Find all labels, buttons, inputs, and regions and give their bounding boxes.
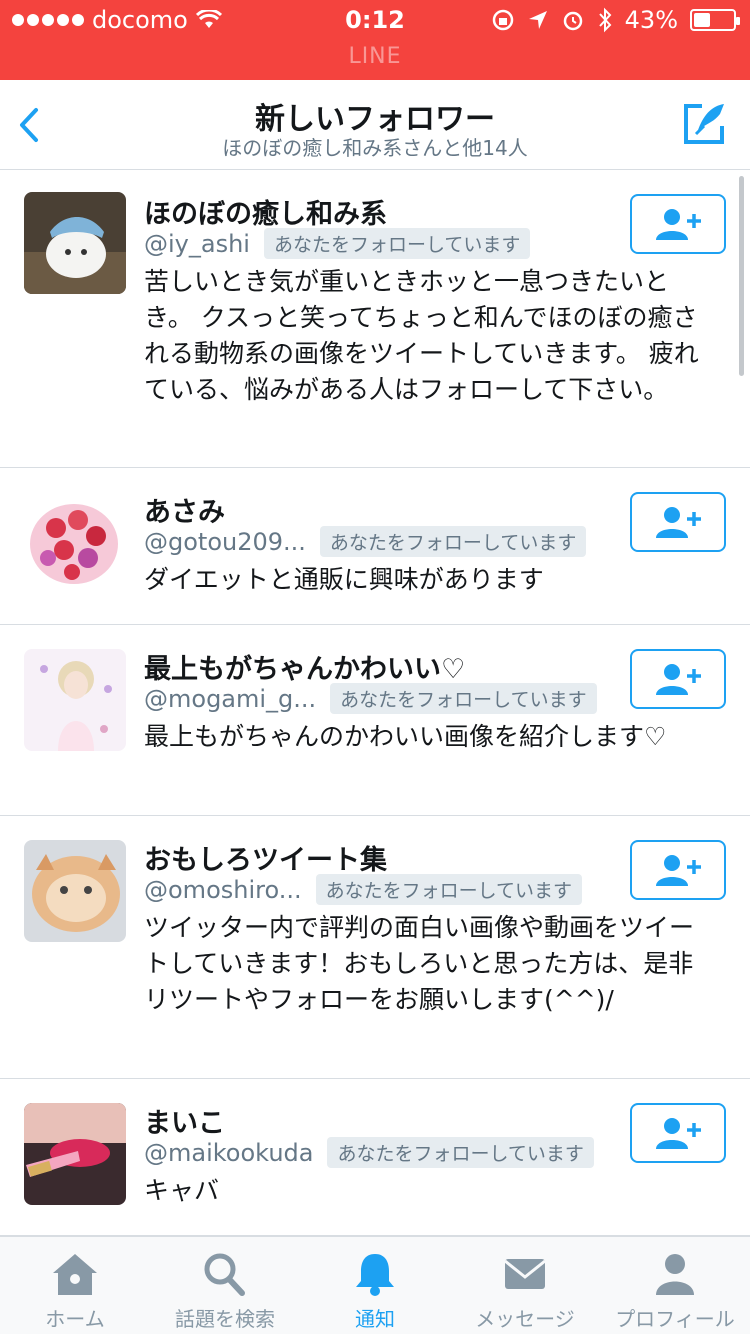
follower-name[interactable]: ほのぼの癒し和み系 bbox=[144, 192, 387, 231]
list-item[interactable]: 最上もがちゃんかわいい♡ @mogami_g... あなたをフォローしています … bbox=[0, 625, 750, 816]
status-bar: docomo 0:12 43% LINE bbox=[0, 0, 750, 80]
list-item[interactable]: あさみ @gotou209... あなたをフォローしています ダイエットと通販に… bbox=[0, 468, 750, 625]
list-item[interactable]: まいこ @maikookuda あなたをフォローしています キャバ bbox=[0, 1079, 750, 1236]
follower-handle: @iy_ashi bbox=[144, 229, 250, 258]
list-item[interactable]: おもしろツイート集 @omoshiro... あなたをフォローしています ツイッ… bbox=[0, 816, 750, 1079]
battery-percent: 43% bbox=[624, 6, 678, 34]
tab-label: 通知 bbox=[355, 1307, 395, 1331]
follow-button[interactable] bbox=[630, 1103, 726, 1163]
follower-handle: @maikookuda bbox=[144, 1138, 314, 1167]
add-user-icon bbox=[656, 1118, 701, 1149]
follower-bio: 苦しいとき気が重いときホッと一息つきたいとき。 クスっと笑ってちょっと和んでほの… bbox=[144, 267, 699, 404]
scrollbar[interactable] bbox=[739, 176, 744, 376]
compose-icon bbox=[684, 104, 724, 144]
nav-header: 新しいフォロワー ほのぼの癒し和み系さんと他14人 bbox=[0, 80, 750, 170]
person-icon bbox=[656, 1254, 694, 1295]
list-item[interactable]: ほのぼの癒し和み系 @iy_ashi あなたをフォローしています 苦しいとき気が… bbox=[0, 170, 750, 468]
tab-home[interactable]: ホーム bbox=[0, 1237, 150, 1334]
chevron-left-icon bbox=[20, 108, 38, 142]
follow-button[interactable] bbox=[630, 649, 726, 709]
tab-notifications[interactable]: 通知 bbox=[300, 1237, 450, 1334]
follows-you-badge: あなたをフォローしています bbox=[327, 1137, 594, 1168]
follow-button[interactable] bbox=[630, 492, 726, 552]
location-arrow-icon bbox=[528, 11, 547, 29]
home-icon bbox=[53, 1254, 97, 1295]
follower-handle: @mogami_g... bbox=[144, 684, 317, 713]
avatar[interactable] bbox=[24, 492, 126, 594]
avatar[interactable] bbox=[24, 1103, 126, 1205]
follow-button[interactable] bbox=[630, 194, 726, 254]
follows-you-badge: あなたをフォローしています bbox=[315, 874, 583, 905]
follow-button[interactable] bbox=[630, 840, 726, 900]
follows-you-badge: あなたをフォローしています bbox=[263, 228, 531, 259]
follower-bio: ダイエットと通販に興味があります bbox=[144, 565, 544, 594]
tab-label: 話題を検索 bbox=[175, 1307, 275, 1331]
avatar[interactable] bbox=[24, 649, 126, 751]
tab-label: メッセージ bbox=[475, 1307, 575, 1331]
avatar[interactable] bbox=[24, 840, 126, 942]
search-icon bbox=[204, 1253, 245, 1296]
follower-bio: キャバ bbox=[144, 1176, 220, 1205]
follower-name[interactable]: あさみ bbox=[144, 490, 225, 529]
follower-bio: 最上もがちゃんのかわいい画像を紹介します♡ bbox=[144, 722, 667, 751]
tab-label: ホーム bbox=[45, 1307, 105, 1331]
compose-tweet-button[interactable] bbox=[682, 100, 728, 146]
tab-messages[interactable]: メッセージ bbox=[450, 1237, 600, 1334]
alarm-icon bbox=[563, 11, 582, 31]
back-button[interactable] bbox=[10, 100, 50, 150]
page-subtitle: ほのぼの癒し和み系さんと他14人 bbox=[222, 136, 528, 160]
add-user-icon bbox=[656, 855, 701, 886]
bell-icon bbox=[356, 1254, 394, 1296]
follows-you-badge: あなたをフォローしています bbox=[330, 683, 597, 714]
app-label: LINE bbox=[348, 44, 402, 69]
add-user-icon bbox=[656, 209, 701, 240]
follower-name[interactable]: おもしろツイート集 bbox=[144, 838, 387, 877]
add-user-icon bbox=[656, 507, 701, 538]
envelope-icon bbox=[504, 1259, 546, 1289]
add-user-icon bbox=[656, 664, 701, 695]
follower-name[interactable]: 最上もがちゃんかわいい♡ bbox=[144, 647, 465, 686]
follower-handle: @gotou209... bbox=[144, 527, 306, 556]
follows-you-badge: あなたをフォローしています bbox=[319, 526, 587, 557]
battery-icon bbox=[690, 9, 740, 31]
avatar[interactable] bbox=[24, 192, 126, 294]
follower-name[interactable]: まいこ bbox=[144, 1101, 225, 1140]
tab-bar: ホーム 話題を検索 通知 メッセージ プロフィール bbox=[0, 1236, 750, 1334]
follower-bio: ツイッター内で評判の面白い画像や動画をツイートしていきます！おもしろいと思った方… bbox=[144, 913, 695, 1014]
tab-label: プロフィール bbox=[615, 1307, 735, 1331]
bluetooth-icon bbox=[598, 7, 612, 33]
follower-handle: @omoshiro... bbox=[144, 875, 302, 904]
rotation-lock-icon bbox=[492, 9, 513, 31]
tab-profile[interactable]: プロフィール bbox=[600, 1237, 750, 1334]
follower-list: ほのぼの癒し和み系 @iy_ashi あなたをフォローしています 苦しいとき気が… bbox=[0, 170, 750, 1236]
tab-search[interactable]: 話題を検索 bbox=[150, 1237, 300, 1334]
